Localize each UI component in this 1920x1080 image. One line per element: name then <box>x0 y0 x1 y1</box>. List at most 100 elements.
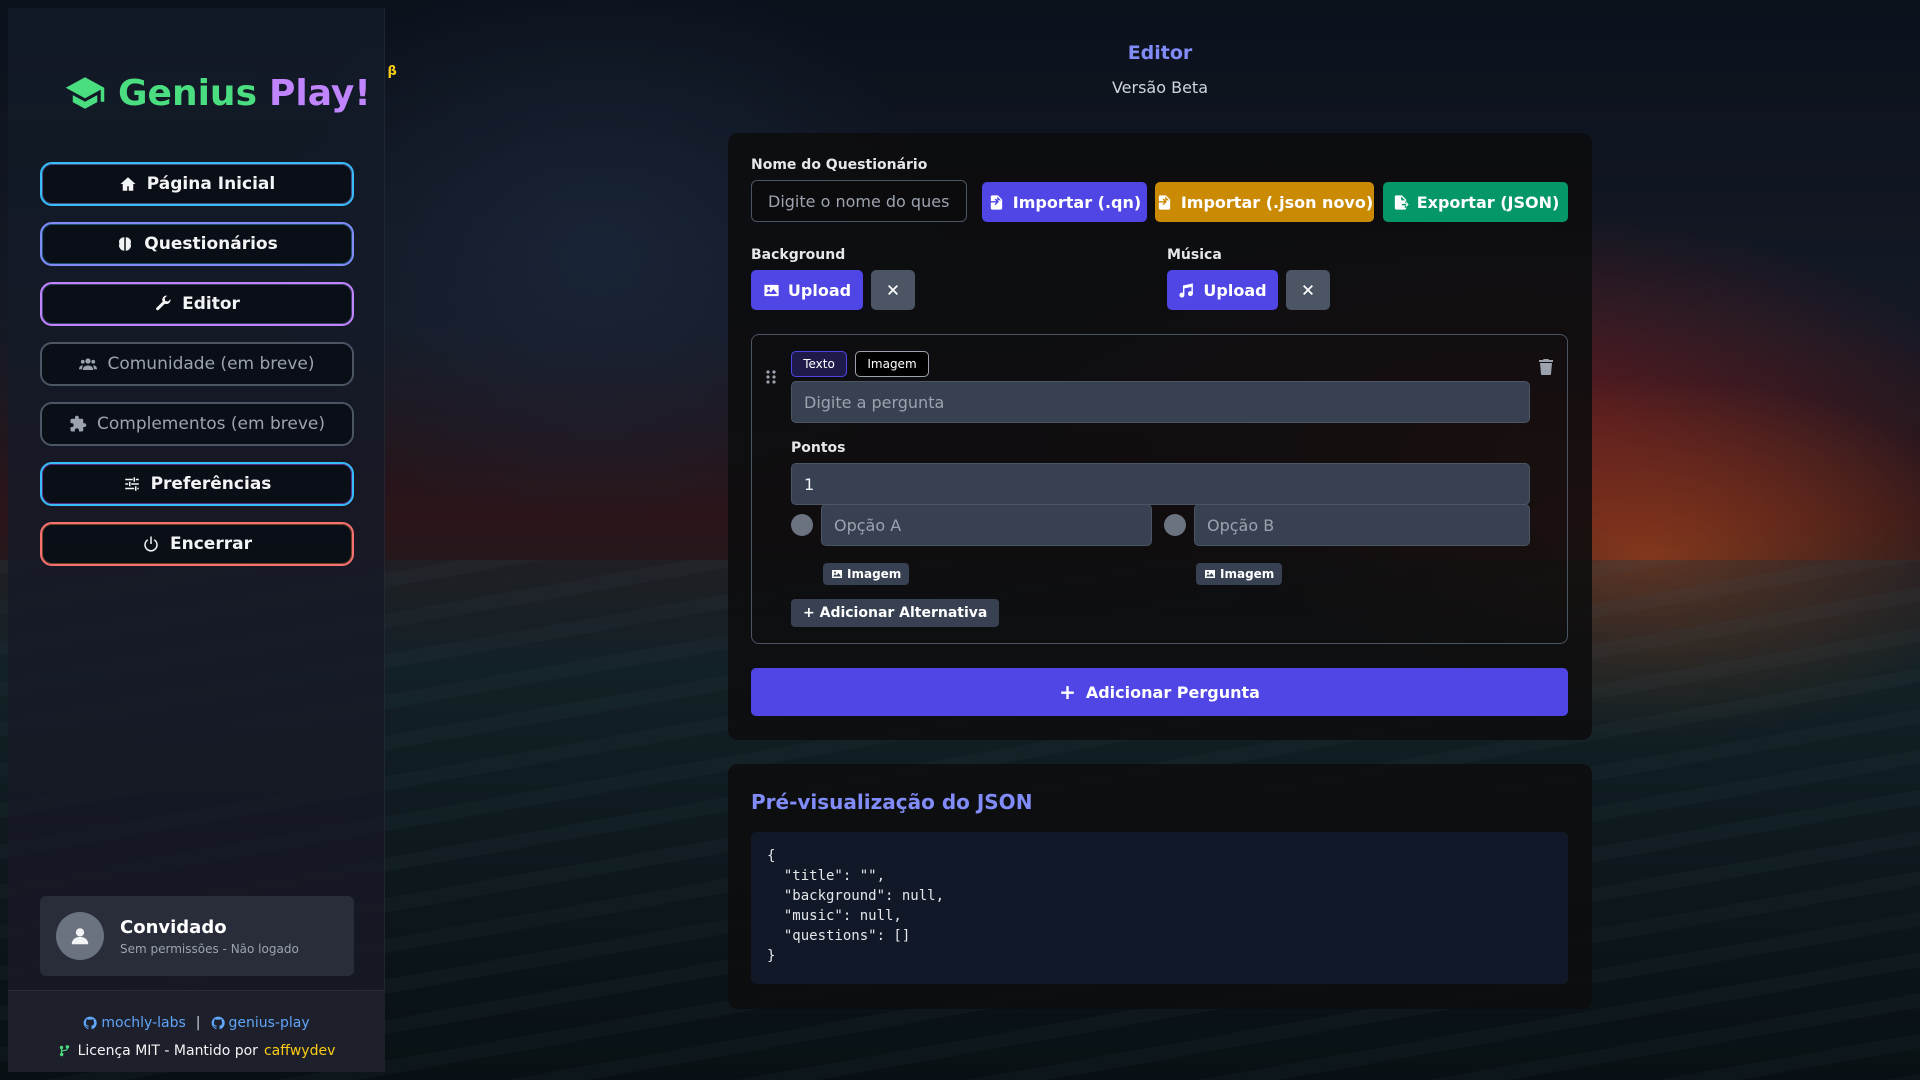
nav-logout-label: Encerrar <box>170 534 252 554</box>
user-info: Convidado Sem permissões - Não logado <box>120 917 299 956</box>
file-export-icon <box>1394 194 1409 210</box>
nav-editor-button[interactable]: Editor <box>40 282 354 326</box>
user-card[interactable]: Convidado Sem permissões - Não logado <box>40 896 354 976</box>
sidebar: Genius Play! β Página Inicial Questionár… <box>8 8 397 1072</box>
music-icon <box>1179 282 1194 298</box>
wrench-icon <box>156 295 171 311</box>
image-icon <box>832 570 842 578</box>
close-icon <box>1303 285 1313 295</box>
footer-separator: | <box>195 1015 201 1031</box>
puzzle-icon <box>70 415 87 432</box>
sidebar-footer: mochly-labs | genius-play Licença MIT - … <box>8 990 385 1072</box>
page-subtitle: Versão Beta <box>1111 78 1209 97</box>
nav-addons-button[interactable]: Complementos (em breve) <box>40 402 354 446</box>
import-json-button[interactable]: Importar (.json novo) <box>1155 182 1374 222</box>
footer-org-label: mochly-labs <box>101 1015 186 1031</box>
footer-link-org[interactable]: mochly-labs <box>83 1015 186 1031</box>
file-import-icon <box>1158 194 1170 210</box>
nav-preferences-label: Preferências <box>150 474 272 494</box>
question-type-text-tab[interactable]: Texto <box>791 351 847 377</box>
user-icon <box>71 928 89 945</box>
import-qn-button[interactable]: Importar (.qn) <box>982 182 1147 222</box>
nav-quizzes-label: Questionários <box>144 234 278 254</box>
user-name: Convidado <box>120 916 227 938</box>
nav-home-button[interactable]: Página Inicial <box>40 162 354 206</box>
export-json-button[interactable]: Exportar (JSON) <box>1383 182 1568 222</box>
quiz-name-input[interactable] <box>751 180 967 222</box>
background-label: Background <box>751 247 846 263</box>
add-question-button[interactable]: + Adicionar Pergunta <box>751 668 1568 716</box>
background-upload-label: Upload <box>787 280 852 300</box>
quiz-name-label: Nome do Questionário <box>751 157 928 173</box>
nav-preferences-button[interactable]: Preferências <box>40 462 354 506</box>
github-icon <box>211 1016 225 1030</box>
import-qn-label: Importar (.qn) <box>1012 192 1142 212</box>
editor-panel: Nome do Questionário Importar (.qn) Impo… <box>728 133 1592 740</box>
json-preview-panel: Pré-visualização do JSON { "title": "", … <box>728 764 1592 1009</box>
nav-logout-button[interactable]: Encerrar <box>40 522 354 566</box>
logo-word-genius: Genius <box>118 72 257 114</box>
image-icon <box>1205 570 1215 578</box>
music-upload-button[interactable]: Upload <box>1167 270 1278 310</box>
sidebar-nav: Página Inicial Questionários Editor Comu… <box>40 162 354 582</box>
graduation-cap-icon <box>65 77 105 109</box>
option-a-image-label: Imagem <box>847 567 902 581</box>
background-upload-button[interactable]: Upload <box>751 270 863 310</box>
nav-addons-label: Complementos (em breve) <box>97 414 325 434</box>
avatar <box>56 912 104 960</box>
points-label: Pontos <box>791 440 846 456</box>
delete-question-button[interactable] <box>1539 359 1553 375</box>
background-clear-button[interactable] <box>871 270 915 310</box>
nav-home-label: Página Inicial <box>146 174 276 194</box>
users-icon <box>79 358 98 370</box>
question-type-image-tab[interactable]: Imagem <box>855 351 929 377</box>
music-clear-button[interactable] <box>1286 270 1330 310</box>
brain-icon <box>119 237 132 251</box>
json-preview-title: Pré-visualização do JSON <box>751 790 1033 814</box>
add-question-label: Adicionar Pergunta <box>1085 682 1260 702</box>
image-icon <box>764 284 779 296</box>
power-icon <box>144 536 158 552</box>
close-icon <box>888 285 898 295</box>
nav-editor-label: Editor <box>182 294 240 314</box>
sliders-icon <box>124 477 139 491</box>
logo-word-play: Play! <box>269 72 371 114</box>
trash-icon <box>1539 359 1553 375</box>
footer-repo-label: genius-play <box>228 1015 310 1031</box>
app-logo[interactable]: Genius Play! β <box>64 64 397 118</box>
question-card: Texto Imagem Pontos Imagem Imagem + Adic… <box>751 334 1568 644</box>
footer-link-repo[interactable]: genius-play <box>211 1015 310 1031</box>
option-b-input[interactable] <box>1194 504 1530 546</box>
music-upload-label: Upload <box>1203 280 1267 300</box>
export-json-label: Exportar (JSON) <box>1416 192 1560 212</box>
json-preview-code: { "title": "", "background": null, "musi… <box>751 832 1568 984</box>
license-text: Licença MIT - Mantido por <box>77 1043 258 1059</box>
option-a-radio[interactable] <box>791 514 813 536</box>
option-b-radio[interactable] <box>1164 514 1186 536</box>
option-a-input[interactable] <box>821 504 1152 546</box>
nav-community-label: Comunidade (em breve) <box>107 354 315 374</box>
file-import-icon <box>990 194 1002 210</box>
import-json-label: Importar (.json novo) <box>1180 192 1374 212</box>
beta-badge: β <box>387 64 397 79</box>
grip-vertical-icon <box>766 370 776 384</box>
question-input[interactable] <box>791 381 1530 423</box>
option-b-image-button[interactable]: Imagem <box>1196 563 1283 585</box>
git-branch-icon <box>59 1045 69 1057</box>
nav-quizzes-button[interactable]: Questionários <box>40 222 354 266</box>
user-status: Sem permissões - Não logado <box>120 941 299 956</box>
footer-links: mochly-labs | genius-play <box>8 1015 385 1031</box>
option-a-image-button[interactable]: Imagem <box>823 563 910 585</box>
music-label: Música <box>1167 247 1222 263</box>
drag-handle[interactable] <box>765 369 777 385</box>
home-icon <box>120 177 136 191</box>
nav-community-button[interactable]: Comunidade (em breve) <box>40 342 354 386</box>
page-title: Editor <box>1127 42 1193 64</box>
add-alternative-button[interactable]: + Adicionar Alternativa <box>791 599 1000 627</box>
points-input[interactable] <box>791 463 1530 505</box>
footer-license: Licença MIT - Mantido por caffwydev <box>8 1043 385 1059</box>
github-icon <box>84 1016 98 1030</box>
maintainer-name[interactable]: caffwydev <box>264 1043 335 1059</box>
plus-icon: + <box>1059 680 1076 704</box>
option-b-image-label: Imagem <box>1220 567 1275 581</box>
